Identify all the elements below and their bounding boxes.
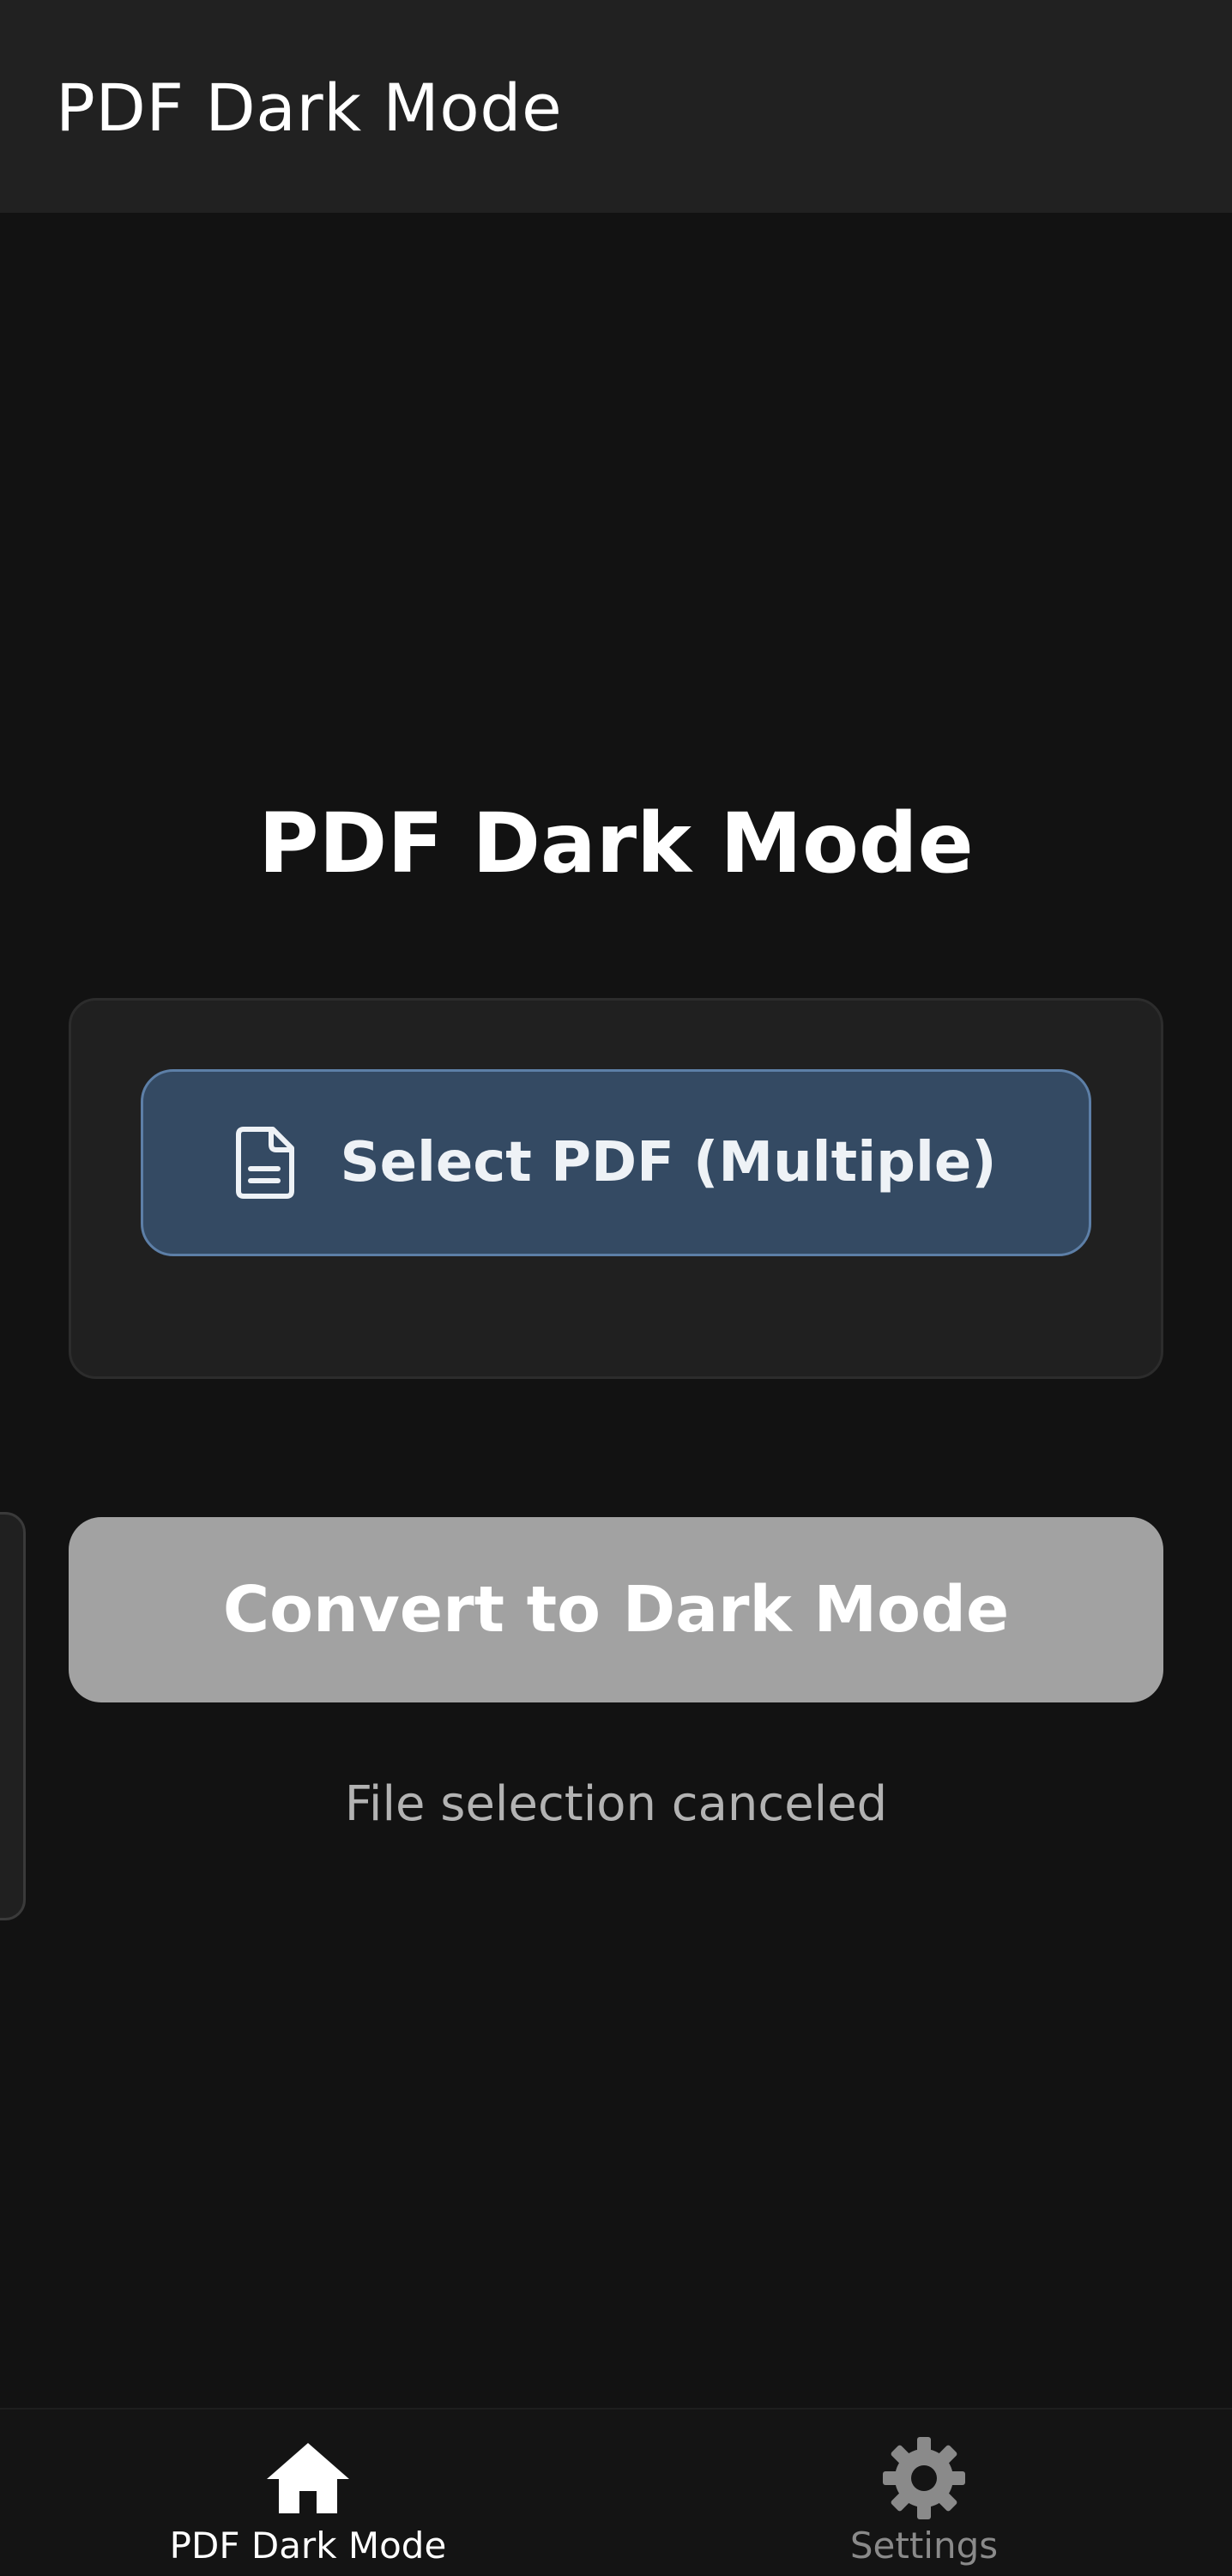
convert-label: Convert to Dark Mode bbox=[222, 1573, 1010, 1647]
select-pdf-label: Select PDF (Multiple) bbox=[340, 1131, 997, 1194]
nav-item-pdf-dark-mode[interactable]: PDF Dark Mode bbox=[0, 2410, 616, 2576]
home-icon bbox=[263, 2435, 353, 2521]
nav-label-settings: Settings bbox=[849, 2525, 999, 2567]
app-bar-title: PDF Dark Mode bbox=[56, 70, 563, 146]
convert-button[interactable]: Convert to Dark Mode bbox=[69, 1517, 1163, 1702]
gear-icon bbox=[879, 2435, 969, 2521]
page-heading: PDF Dark Mode bbox=[258, 795, 974, 892]
app-bar: PDF Dark Mode bbox=[0, 0, 1232, 213]
bottom-nav: PDF Dark Mode Settings bbox=[0, 2408, 1232, 2574]
select-pdf-button[interactable]: Select PDF (Multiple) bbox=[141, 1069, 1091, 1256]
nav-label-pdf-dark-mode: PDF Dark Mode bbox=[169, 2525, 447, 2567]
document-icon bbox=[235, 1126, 295, 1200]
side-panel-edge[interactable] bbox=[0, 1512, 26, 1920]
nav-item-settings[interactable]: Settings bbox=[616, 2410, 1232, 2576]
status-message: File selection canceled bbox=[344, 1776, 888, 1832]
